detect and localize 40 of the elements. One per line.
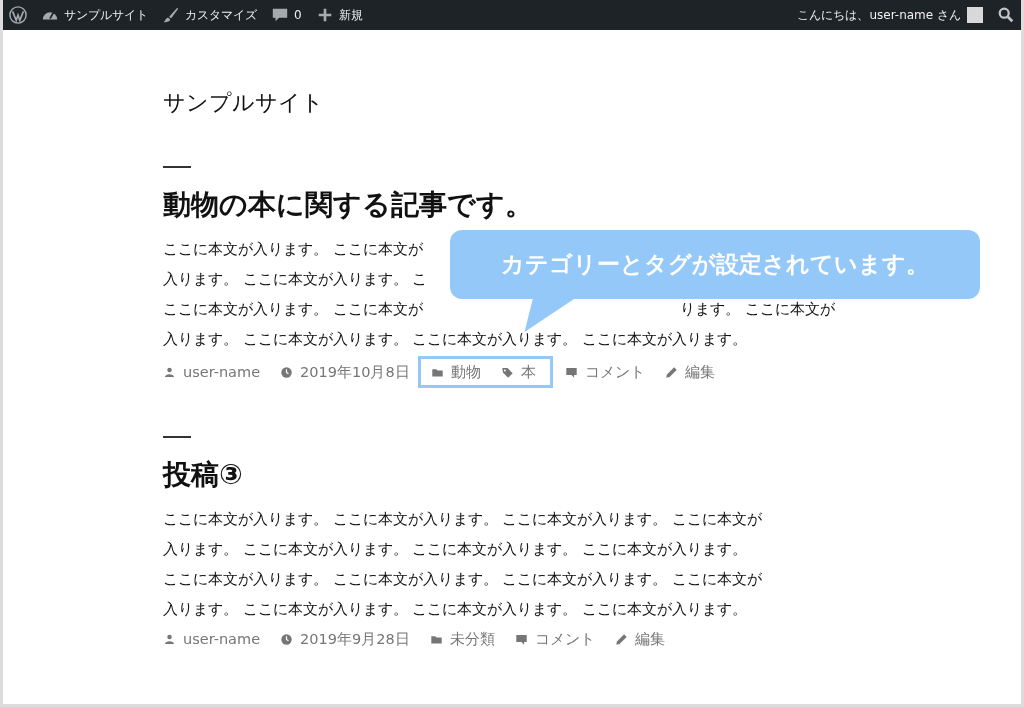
tag-link[interactable]: 本 — [500, 359, 536, 385]
comment-link[interactable]: コメント — [564, 359, 645, 385]
speech-bubble-icon — [514, 632, 528, 646]
post-title[interactable]: 投稿③ — [163, 456, 843, 494]
author-link[interactable]: user-name — [163, 359, 261, 385]
new-link[interactable]: 新規 — [315, 6, 363, 24]
customize-link[interactable]: カスタマイズ — [162, 6, 257, 24]
person-icon — [163, 632, 176, 646]
post-title[interactable]: 動物の本に関する記事です。 — [163, 186, 843, 224]
person-icon — [163, 365, 176, 379]
body-text: ここに本文が入ります。 ここに本文が — [163, 300, 423, 319]
pencil-icon — [664, 365, 678, 379]
category-link[interactable]: 動物 — [430, 359, 481, 385]
body-text: 入ります。 ここに本文が入ります。 ここに本文が入ります。 ここに本文が入ります。 — [163, 600, 747, 619]
tag-icon — [500, 365, 514, 379]
body-text: ここに本文が入ります。 ここに本文が — [163, 240, 423, 259]
clock-icon — [280, 632, 294, 646]
edit-link[interactable]: 編集 — [664, 359, 715, 385]
clock-icon — [280, 365, 294, 379]
body-text: ります。 ここに本文が — [680, 300, 835, 319]
speech-bubble-icon — [564, 365, 578, 379]
post-date[interactable]: 2019年9月28日 — [280, 626, 410, 652]
pencil-icon — [614, 632, 628, 646]
post-date[interactable]: 2019年10月8日 — [280, 359, 410, 385]
greeting-link[interactable]: こんにちは、user-name さん — [797, 6, 961, 24]
paintbrush-icon[interactable] — [162, 6, 180, 24]
wordpress-logo-icon[interactable] — [9, 6, 27, 24]
category-link[interactable]: 未分類 — [429, 626, 495, 652]
search-icon[interactable] — [997, 6, 1015, 24]
site-link[interactable]: サンプルサイト — [41, 6, 148, 24]
body-text: 入ります。 ここに本文が入ります。 こ — [163, 270, 428, 289]
body-text: ここに本文が入ります。 ここに本文が入ります。 ここに本文が入ります。 ここに本文が — [163, 510, 762, 529]
edit-link[interactable]: 編集 — [614, 626, 665, 652]
body-text: ここに本文が入ります。 ここに本文が入ります。 ここに本文が入ります。 ここに本文が — [163, 570, 762, 589]
comment-link[interactable]: コメント — [514, 626, 595, 652]
body-text: 入ります。 ここに本文が入ります。 ここに本文が入ります。 ここに本文が入ります。 — [163, 540, 747, 559]
comments-link[interactable]: 0 — [271, 6, 302, 24]
site-title[interactable]: サンプルサイト — [163, 88, 843, 118]
author-link[interactable]: user-name — [163, 626, 261, 652]
body-text: 入ります。 ここに本文が入ります。 ここに本文が入ります。 ここに本文が入ります。 — [163, 330, 747, 349]
